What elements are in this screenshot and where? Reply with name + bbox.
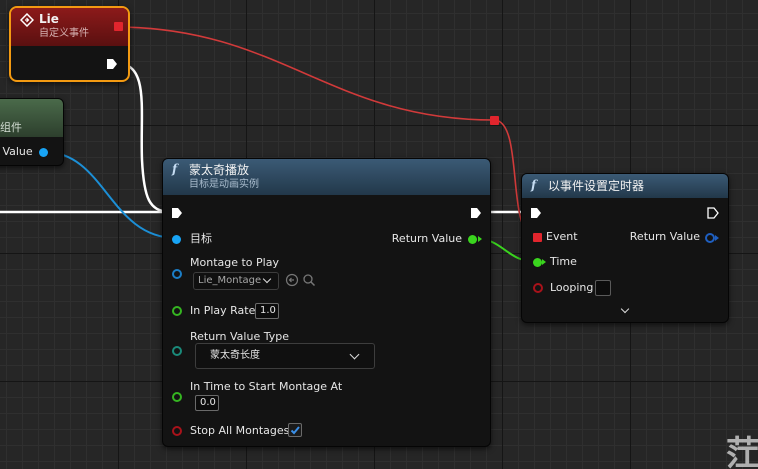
return-value-label: Return Value	[391, 232, 462, 245]
play-montage-node[interactable]: f 蒙太奇播放 目标是动画实例 目标 Return Value Montage …	[162, 158, 491, 447]
left-node-object-pin[interactable]	[39, 148, 48, 157]
check-icon	[290, 426, 300, 435]
montage-asset-select[interactable]: Lie_Montage	[193, 272, 279, 290]
looping-label: Looping	[550, 281, 594, 294]
target-label: 目标	[190, 232, 212, 245]
exec-input-pin[interactable]	[171, 207, 183, 219]
timer-return-value-label: Return Value	[629, 230, 700, 243]
exec-output-pin[interactable]	[470, 207, 482, 219]
exec-output-pin[interactable]	[106, 58, 118, 70]
stop-all-montages-label: Stop All Montages	[190, 424, 290, 437]
return-value-type-pin[interactable]	[172, 346, 182, 356]
watermark: 茳	[726, 434, 758, 469]
graph-canvas[interactable]: Lie 自定义事件 体组件 n Value f 蒙太奇播放 目标是动画实例 目标…	[0, 0, 758, 469]
exec-output-pin[interactable]	[707, 207, 719, 219]
left-component-node[interactable]: 体组件 n Value	[0, 98, 64, 166]
play-montage-header[interactable]: f 蒙太奇播放 目标是动画实例	[163, 159, 490, 195]
event-delegate-pin[interactable]	[533, 233, 542, 242]
chevron-down-icon	[349, 349, 360, 360]
looping-checkbox[interactable]	[595, 280, 611, 296]
time-label: Time	[550, 255, 577, 268]
event-label: Event	[546, 230, 578, 243]
timer-return-value-pin-arrow	[715, 235, 719, 241]
looping-pin[interactable]	[533, 283, 543, 293]
set-timer-title: 以事件设置定时器	[548, 179, 645, 193]
chevron-down-icon[interactable]	[620, 304, 630, 314]
set-timer-by-event-node[interactable]: f 以事件设置定时器 Event Return Value Time Loopi…	[521, 173, 729, 323]
lie-event-node[interactable]: Lie 自定义事件	[9, 6, 130, 82]
return-value-type-label: Return Value Type	[190, 330, 289, 343]
function-f-icon: f	[531, 178, 537, 192]
left-node-subtitle: 体组件	[0, 121, 22, 134]
in-play-rate-label: In Play Rate	[190, 304, 256, 317]
lie-event-title: Lie	[39, 12, 59, 26]
stop-all-montages-checkbox[interactable]	[288, 423, 302, 437]
return-value-type-value: 蒙太奇长度	[210, 350, 260, 361]
exec-input-pin[interactable]	[530, 207, 542, 219]
in-time-to-start-label: In Time to Start Montage At	[190, 380, 343, 393]
chevron-down-icon	[262, 274, 272, 284]
diamond-event-icon	[20, 13, 34, 27]
return-value-pin[interactable]	[468, 235, 477, 244]
left-node-header[interactable]: 体组件	[0, 99, 63, 137]
function-f-icon: f	[172, 162, 178, 176]
exec-wire-lie-to-montage	[115, 61, 169, 214]
set-timer-header[interactable]: f 以事件设置定时器	[522, 174, 728, 198]
timer-return-value-pin[interactable]	[705, 233, 715, 243]
in-play-rate-pin[interactable]	[172, 306, 182, 316]
left-node-pin-label: n Value	[0, 145, 33, 158]
target-pin[interactable]	[172, 235, 181, 244]
search-icon[interactable]	[302, 273, 316, 287]
return-value-type-select[interactable]: 蒙太奇长度	[195, 343, 375, 369]
delegate-output-pin[interactable]	[114, 22, 123, 31]
return-value-pin-arrow	[478, 236, 482, 242]
play-montage-title: 蒙太奇播放	[189, 163, 250, 177]
montage-asset-value: Lie_Montage	[198, 275, 262, 286]
play-montage-subtitle: 目标是动画实例	[189, 179, 259, 190]
in-play-rate-input[interactable]: 1.0	[255, 303, 279, 319]
lie-event-subtitle: 自定义事件	[39, 28, 89, 39]
in-time-to-start-input[interactable]: 0.0	[195, 395, 219, 411]
arrow-left-circle-icon[interactable]	[285, 273, 299, 287]
in-time-to-start-pin[interactable]	[172, 392, 182, 402]
lie-event-header[interactable]: Lie 自定义事件	[11, 8, 128, 46]
delegate-wire-lie-to-reroute	[115, 26, 495, 121]
time-pin[interactable]	[533, 258, 542, 267]
object-wire-target	[44, 151, 177, 239]
montage-to-play-pin[interactable]	[172, 269, 182, 279]
stop-all-montages-pin[interactable]	[172, 426, 182, 436]
reroute-node	[490, 116, 499, 125]
time-pin-arrow	[542, 259, 546, 265]
montage-to-play-label: Montage to Play	[190, 256, 279, 269]
